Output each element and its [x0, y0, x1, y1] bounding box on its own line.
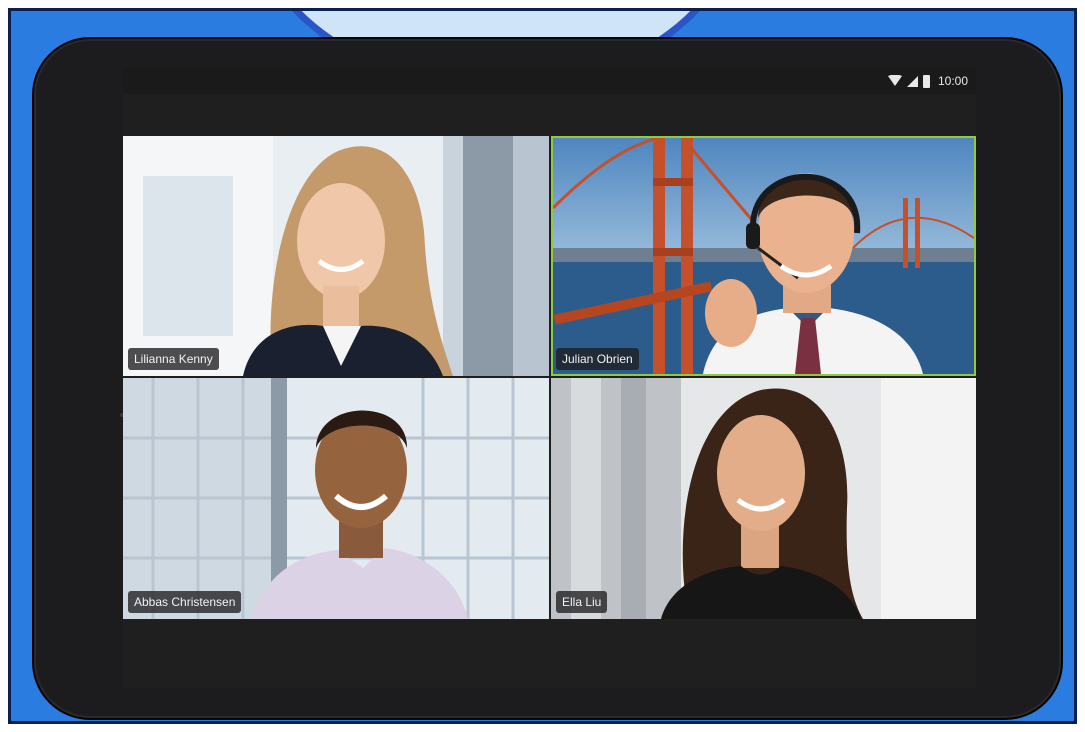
participant-name-tag: Julian Obrien	[556, 348, 639, 370]
status-icons: 10:00	[887, 72, 968, 90]
signal-icon	[906, 75, 918, 87]
battery-icon	[922, 74, 930, 88]
video-feed	[553, 138, 974, 374]
status-clock: 10:00	[937, 74, 968, 88]
video-feed	[123, 378, 549, 619]
video-tile-julian-obrien[interactable]: Julian Obrien	[551, 136, 976, 376]
wifi-icon	[887, 75, 902, 87]
video-feed	[551, 378, 976, 619]
status-bar: 10:00	[123, 68, 976, 94]
video-feed	[123, 136, 549, 376]
participant-name-tag: Ella Liu	[556, 591, 608, 613]
video-tile-ella-liu[interactable]: Ella Liu	[551, 378, 976, 619]
video-tile-lilianna-kenny[interactable]: Lilianna Kenny	[123, 136, 549, 376]
video-tile-abbas-christensen[interactable]: Abbas Christensen	[123, 378, 549, 619]
participant-name-tag: Lilianna Kenny	[128, 348, 219, 370]
participant-name-tag: Abbas Christensen	[128, 591, 242, 613]
tablet-screen: 10:00 Lilianna Kenny Julian Obrien Abbas…	[123, 68, 976, 688]
